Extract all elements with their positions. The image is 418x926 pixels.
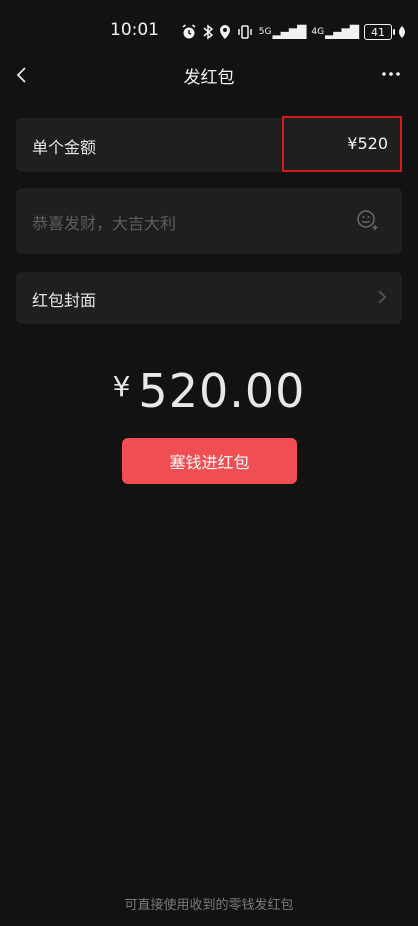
alarm-icon [181,24,197,40]
footer-note: 可直接使用收到的零钱发红包 [124,898,294,913]
chevron-right-icon [376,289,388,305]
signal-5g-label: 5G [258,26,272,37]
more-button[interactable] [380,62,402,86]
signal-4g-label: 4G [311,26,325,37]
cover-row[interactable]: 红包封面 [16,272,402,324]
submit-button[interactable]: 塞钱进红包 [122,438,297,484]
emoji-add-icon [357,210,378,230]
emoji-button[interactable] [356,208,380,232]
signal-5g-icon: 5G ▂▄▆█ [258,24,307,39]
status-icons: 5G ▂▄▆█ 4G ▂▄▆█ 41 [181,22,406,42]
bluetooth-icon [203,24,213,40]
amount-label: 单个金额 [32,138,97,157]
currency-symbol: ¥ [112,370,131,403]
vibrate-icon [237,25,253,39]
greeting-input[interactable]: 恭喜发财，大吉大利 [32,210,176,234]
amount-row[interactable]: 单个金额 ¥520 [16,116,402,172]
total-amount: ¥520.00 [0,364,418,418]
nav-bar: 发红包 [0,58,418,94]
charging-leaf-icon [398,26,406,38]
cover-label: 红包封面 [32,291,97,310]
greeting-row[interactable]: 恭喜发财，大吉大利 [16,188,402,254]
more-dots-icon [382,72,400,76]
status-time: 10:01 [110,20,159,40]
battery-icon: 41 [364,24,395,40]
amount-input[interactable]: ¥520 [347,134,388,153]
status-bar: 10:01 5G ▂▄▆█ 4G ▂▄▆█ 41 [0,0,418,62]
page-title: 发红包 [183,68,235,88]
signal-4g-icon: 4G ▂▄▆█ [311,24,359,39]
battery-level: 41 [371,25,385,39]
total-amount-value: 520.00 [138,364,306,418]
location-icon [219,24,231,40]
